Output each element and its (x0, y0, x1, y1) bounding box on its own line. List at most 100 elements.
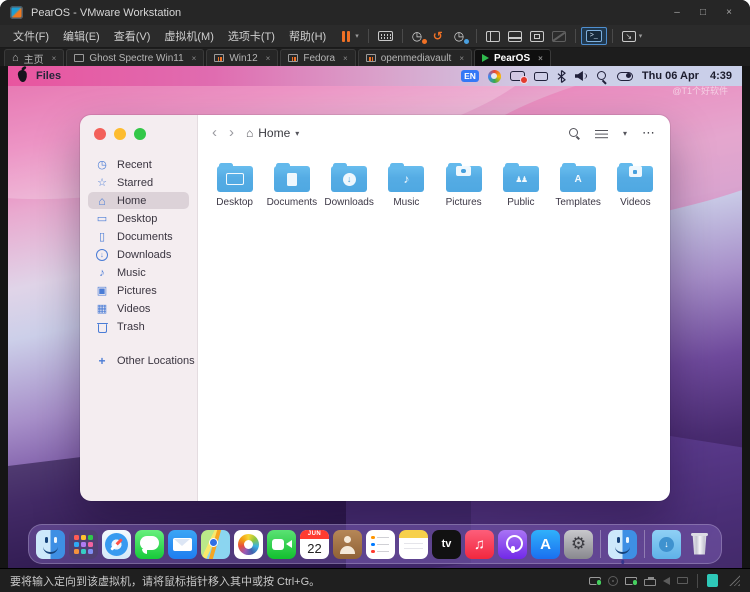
tab-close-icon[interactable]: × (538, 54, 543, 63)
tab-close-icon[interactable]: × (266, 54, 271, 63)
menu-item[interactable]: 帮助(H) (282, 26, 333, 46)
tab-Ghost Spectre Win11[interactable]: Ghost Spectre Win11× (66, 49, 204, 66)
tab-close-icon[interactable]: × (343, 54, 348, 63)
sidebar-item-desktop[interactable]: Desktop (88, 210, 189, 227)
folder-public[interactable]: Public (492, 158, 549, 212)
maximize-button[interactable] (134, 128, 146, 140)
folder-pictures[interactable]: Pictures (435, 158, 492, 212)
tab-Fedora[interactable]: Fedora× (280, 49, 355, 66)
menu-item[interactable]: 文件(F) (6, 26, 56, 46)
tab-close-icon[interactable]: × (459, 54, 464, 63)
spotlight-search-icon[interactable] (596, 70, 608, 82)
dock-appstore[interactable]: A (531, 530, 560, 559)
dock-podcasts[interactable] (498, 530, 527, 559)
message-log-indicator[interactable] (707, 574, 718, 587)
location-button[interactable]: Home ▾ (246, 126, 299, 140)
tab-openmediavault[interactable]: openmediavault× (358, 49, 472, 66)
volume-icon[interactable] (575, 71, 587, 81)
minimize-button[interactable] (114, 128, 126, 140)
sidebar-item-starred[interactable]: Starred (88, 174, 189, 191)
search-icon[interactable] (568, 127, 580, 139)
fit-guest-button[interactable]: ▾ (618, 29, 647, 44)
close-button[interactable]: × (718, 7, 740, 18)
files-content[interactable]: DesktopDocumentsDownloadsMusicPicturesPu… (198, 151, 670, 501)
maximize-button[interactable]: □ (692, 7, 714, 18)
folder-desktop[interactable]: Desktop (206, 158, 263, 212)
pear-logo-icon[interactable] (17, 70, 27, 83)
dock-music[interactable]: ♫ (465, 530, 494, 559)
console-view-button[interactable] (581, 27, 607, 45)
sidebar-item-other-locations[interactable]: Other Locations (88, 352, 189, 369)
list-view-icon[interactable] (595, 128, 608, 139)
folder-downloads[interactable]: Downloads (321, 158, 378, 212)
folder-music[interactable]: Music (378, 158, 435, 212)
panel-library-button[interactable] (482, 29, 504, 44)
minimize-button[interactable]: – (666, 7, 688, 18)
menu-item[interactable]: 选项卡(T) (221, 26, 282, 46)
keyboard-layout-icon[interactable] (488, 70, 501, 83)
folder-videos[interactable]: Videos (607, 158, 664, 212)
pause-vm-button[interactable]: ▾ (337, 29, 363, 44)
fullscreen-button[interactable] (526, 29, 548, 44)
network-device-icon[interactable] (625, 577, 637, 585)
forward-button[interactable]: › (229, 126, 234, 140)
dock-safari[interactable] (102, 530, 131, 559)
display-icon[interactable] (534, 72, 548, 81)
bluetooth-icon[interactable] (557, 70, 566, 83)
ctrl-alt-del-button[interactable] (374, 29, 397, 43)
usb-device-icon[interactable] (677, 577, 688, 584)
dock-calendar[interactable]: JUN22 (300, 530, 329, 559)
dock-photos[interactable] (234, 530, 263, 559)
folder-documents[interactable]: Documents (263, 158, 320, 212)
snapshot-take-button[interactable] (408, 28, 429, 45)
menubar-time[interactable]: 4:39 (710, 70, 732, 82)
sidebar-item-trash[interactable]: Trash (88, 318, 189, 335)
menubar-date[interactable]: Thu 06 Apr (642, 70, 699, 82)
snapshot-manager-button[interactable] (450, 28, 471, 45)
unity-button[interactable] (548, 29, 570, 44)
menu-item[interactable]: 查看(V) (107, 26, 158, 46)
dock-notes[interactable] (399, 530, 428, 559)
hard-disk-device-icon[interactable] (589, 577, 601, 585)
cd-rom-device-icon[interactable] (608, 576, 618, 586)
menu-item[interactable]: 虚拟机(M) (157, 26, 221, 46)
resize-grip-icon[interactable] (729, 575, 740, 586)
screen-record-icon[interactable] (510, 71, 525, 81)
dock-reminders[interactable] (366, 530, 395, 559)
dock-messages[interactable] (135, 530, 164, 559)
dock-launchpad[interactable] (69, 530, 98, 559)
printer-device-icon[interactable] (644, 579, 656, 586)
sidebar-item-pictures[interactable]: Pictures (88, 282, 189, 299)
dock-contacts[interactable] (333, 530, 362, 559)
dock-settings[interactable]: ⚙ (564, 530, 593, 559)
dock-facetime[interactable] (267, 530, 296, 559)
sidebar-item-music[interactable]: Music (88, 264, 189, 281)
sidebar-item-downloads[interactable]: Downloads (88, 246, 189, 263)
snapshot-revert-button[interactable] (429, 28, 450, 45)
dock-mail[interactable] (168, 530, 197, 559)
tab-主页[interactable]: 主页× (4, 49, 64, 66)
tab-close-icon[interactable]: × (192, 54, 197, 63)
menu-item[interactable]: 编辑(E) (56, 26, 107, 46)
menu-more-icon[interactable] (642, 128, 656, 138)
input-language-badge[interactable]: EN (461, 70, 479, 82)
tab-Win12[interactable]: Win12× (206, 49, 278, 66)
tab-PearOS[interactable]: PearOS× (474, 49, 551, 66)
sidebar-item-documents[interactable]: Documents (88, 228, 189, 245)
control-center-icon[interactable] (617, 72, 633, 81)
dock-tv[interactable]: tv (432, 530, 461, 559)
tab-close-icon[interactable]: × (52, 54, 57, 63)
folder-templates[interactable]: Templates (550, 158, 607, 212)
panel-console-button[interactable] (504, 29, 526, 44)
sidebar-item-home[interactable]: Home (88, 192, 189, 209)
sound-device-icon[interactable] (663, 577, 670, 585)
active-app-name[interactable]: Files (36, 70, 61, 82)
dock-files[interactable] (608, 530, 637, 559)
sidebar-item-videos[interactable]: Videos (88, 300, 189, 317)
dock-trash[interactable] (685, 530, 714, 559)
close-button[interactable] (94, 128, 106, 140)
dock-downloads[interactable] (652, 530, 681, 559)
view-options-caret-icon[interactable]: ▾ (623, 129, 627, 138)
dock-finder[interactable] (36, 530, 65, 559)
dock-maps[interactable] (201, 530, 230, 559)
